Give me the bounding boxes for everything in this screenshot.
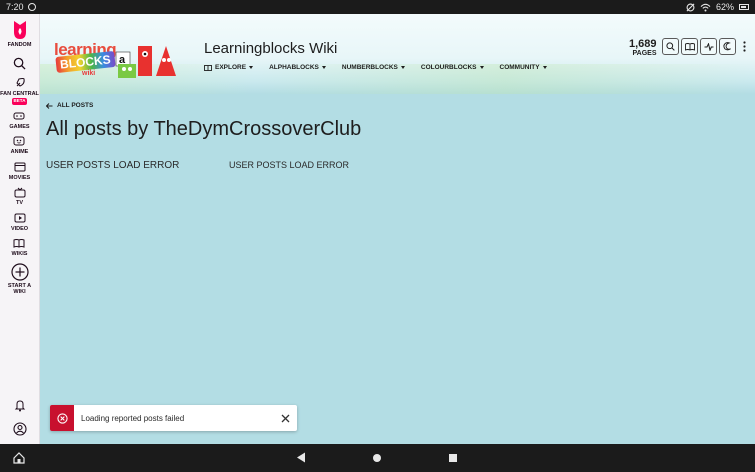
all-posts-label: ALL POSTS (57, 102, 94, 109)
nav-label: ALPHABLOCKS (269, 64, 319, 71)
status-time: 7:20 (6, 2, 24, 12)
nav-explore[interactable]: EXPLORE (204, 64, 254, 71)
rail-item-start-a-wiki[interactable]: START A WIKI (4, 262, 36, 296)
wiki-tools (662, 38, 750, 55)
bell-icon[interactable] (14, 399, 26, 412)
notification-icon (27, 3, 36, 11)
recents-icon[interactable] (448, 453, 458, 463)
nav-label: COMMUNITY (499, 64, 540, 71)
all-posts-link[interactable]: ALL POSTS (46, 102, 93, 109)
more-vertical-icon (742, 41, 746, 52)
rail-item-video[interactable]: VIDEO (11, 212, 28, 233)
book-icon (13, 239, 25, 248)
explore-icon (204, 64, 212, 71)
battery-icon (739, 4, 749, 10)
rail-item-label: MOVIES (8, 174, 31, 181)
logo-word-wiki: wiki (82, 70, 96, 77)
more-options-button[interactable] (738, 38, 750, 55)
rail-item-fan-central[interactable]: FAN CENTRAL BETA (0, 77, 39, 105)
rail-item-anime[interactable]: ANIME (10, 135, 29, 156)
wiki-nav: EXPLORE ALPHABLOCKS NUMBERBLOCKS COLOURB… (204, 64, 547, 71)
rail-item-label: START A WIKI (7, 282, 32, 296)
rail-item-label: TV (15, 200, 24, 206)
nav-community[interactable]: COMMUNITY (500, 64, 547, 71)
nav-colourblocks[interactable]: COLOURBLOCKS (421, 64, 484, 71)
arrow-left-icon (46, 102, 53, 109)
nav-label: NUMBERBLOCKS (341, 64, 398, 71)
toast-message: Loading reported posts failed (81, 413, 185, 423)
rail-item-games[interactable]: GAMES (9, 110, 30, 131)
battery-percent: 62% (715, 2, 734, 12)
user-icon[interactable] (12, 422, 27, 436)
global-navigation: FANDOM FAN CENTRAL BETA GAMES ANIME MOVI… (0, 14, 40, 444)
rail-item-label: VIDEO (10, 225, 29, 232)
chevron-down-icon (249, 66, 254, 69)
fandom-logo-icon (13, 21, 26, 39)
fandom-label: FANDOM (7, 42, 32, 48)
page-count-number: 1,689 (629, 38, 657, 50)
search-button[interactable] (662, 38, 679, 55)
chevron-down-icon (479, 66, 484, 69)
tv-icon (14, 187, 25, 197)
error-icon (56, 412, 68, 424)
random-page-button[interactable] (681, 38, 698, 55)
rail-search[interactable] (13, 57, 26, 70)
close-icon (281, 414, 289, 422)
toast-close-button[interactable] (280, 413, 290, 423)
page-count-label: PAGES (632, 50, 657, 57)
nav-alphablocks[interactable]: ALPHABLOCKS (269, 64, 326, 71)
play-icon (14, 213, 25, 222)
book-open-icon (684, 42, 695, 51)
home-shortcut-icon[interactable] (12, 451, 26, 465)
gamepad-icon (13, 112, 25, 119)
rail-item-tv[interactable]: TV (13, 186, 27, 207)
wiki-header: learning BLOCKS wiki a Learningblocks Wi… (40, 14, 755, 94)
page-count: 1,689 PAGES (629, 38, 657, 58)
home-icon[interactable] (372, 453, 382, 463)
rail-item-movies[interactable]: MOVIES (9, 161, 30, 182)
fandom-home[interactable]: FANDOM (7, 20, 32, 49)
theme-toggle-button[interactable] (719, 38, 736, 55)
posts-error-message: USER POSTS LOAD ERROR (46, 160, 180, 171)
rail-item-wikis[interactable]: WIKIS (11, 237, 28, 258)
nav-numberblocks[interactable]: NUMBERBLOCKS (342, 64, 405, 71)
nav-label: EXPLORE (215, 64, 247, 71)
activity-icon (704, 42, 713, 51)
error-toast: Loading reported posts failed (50, 405, 297, 431)
recent-changes-button[interactable] (700, 38, 717, 55)
wifi-icon (700, 3, 711, 11)
toast-error-indicator (50, 405, 74, 431)
clapper-icon (14, 162, 25, 171)
anime-icon (13, 136, 25, 146)
status-bar: 7:20 62% (0, 0, 755, 14)
wiki-title[interactable]: Learningblocks Wiki (204, 40, 337, 57)
blocks-characters-image: a (115, 46, 176, 78)
rocket-icon (15, 77, 25, 87)
rail-item-label: GAMES (9, 123, 30, 130)
chevron-down-icon (542, 66, 547, 69)
search-icon (13, 57, 26, 70)
beta-badge: BETA (11, 98, 28, 105)
chevron-down-icon (400, 66, 405, 69)
plus-circle-icon (10, 262, 29, 281)
dnd-icon (686, 3, 695, 11)
rail-item-label: WIKIS (11, 251, 28, 257)
rail-item-label: FAN CENTRAL (0, 90, 39, 97)
chevron-down-icon (321, 66, 326, 69)
posts-error-message-secondary: USER POSTS LOAD ERROR (229, 160, 350, 170)
nav-label: COLOURBLOCKS (420, 64, 477, 71)
page-title: All posts by TheDymCrossoverClub (46, 118, 362, 140)
wiki-logo[interactable]: learning BLOCKS wiki a (52, 40, 194, 82)
search-icon (666, 42, 675, 51)
back-icon[interactable] (296, 452, 306, 463)
rail-item-label: ANIME (10, 149, 29, 155)
system-navigation-bar (0, 444, 755, 472)
moon-icon (723, 42, 731, 51)
